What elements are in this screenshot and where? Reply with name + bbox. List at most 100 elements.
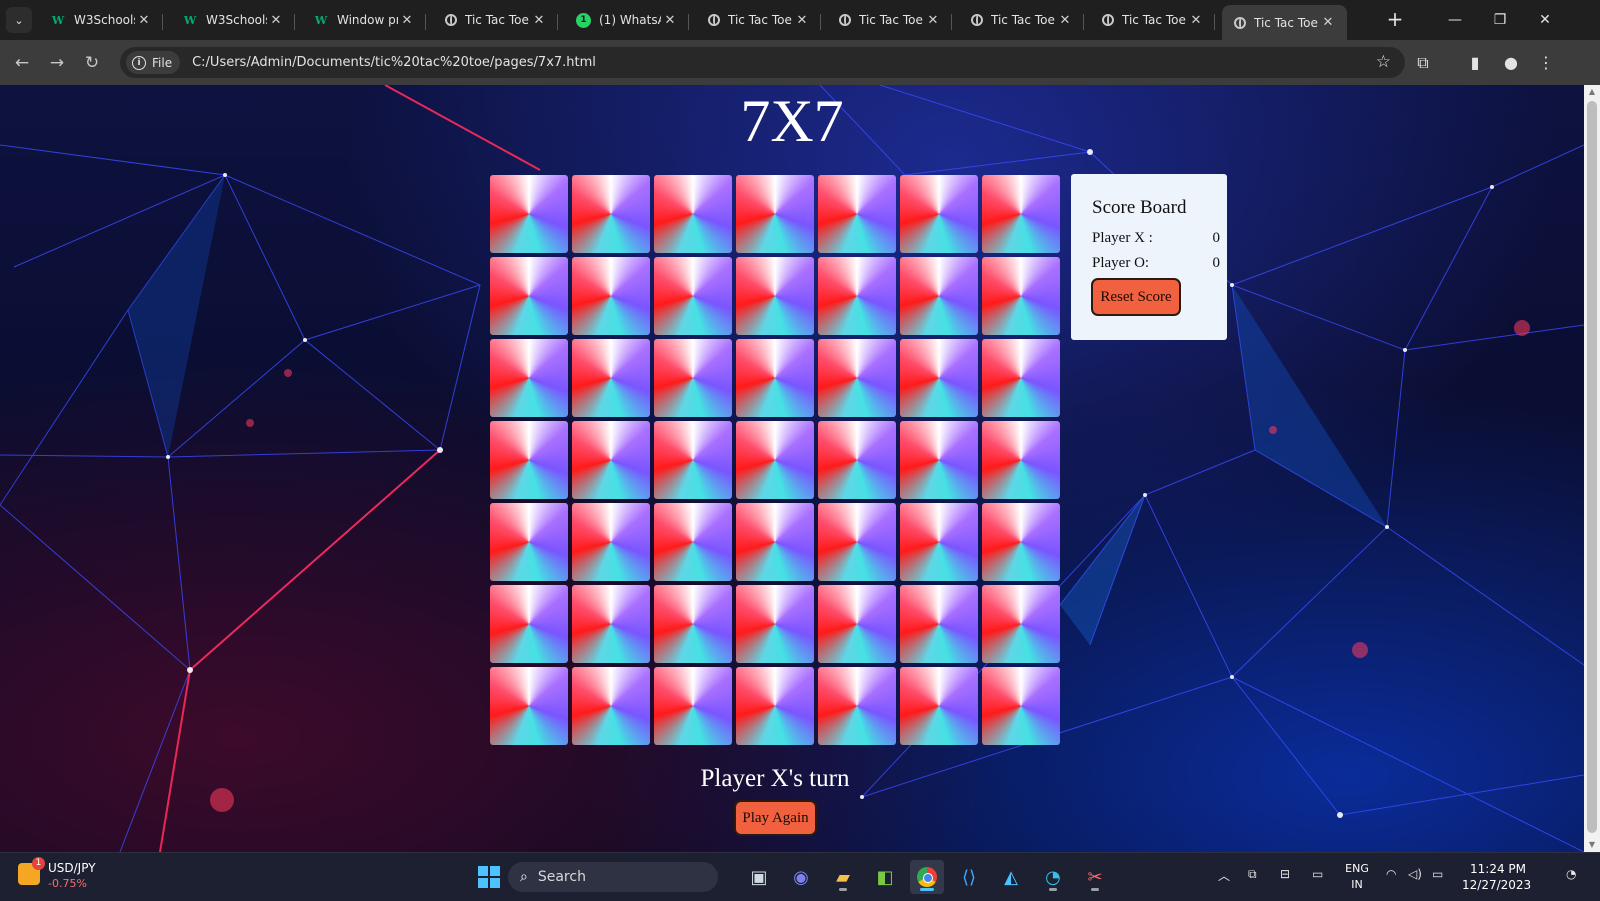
snipping-tool-icon[interactable]: ✂ — [1078, 860, 1112, 894]
board-cell-r6-c3[interactable] — [654, 585, 732, 663]
taskbar-search[interactable]: ⌕ Search — [508, 862, 718, 892]
board-cell-r5-c5[interactable] — [818, 503, 896, 581]
tab-close-icon[interactable]: ✕ — [267, 13, 285, 28]
board-cell-r6-c2[interactable] — [572, 585, 650, 663]
minimize-icon[interactable]: — — [1440, 8, 1470, 32]
board-cell-r5-c2[interactable] — [572, 503, 650, 581]
board-cell-r7-c3[interactable] — [654, 667, 732, 745]
address-bar[interactable]: i File C:/Users/Admin/Documents/tic%20ta… — [120, 47, 1405, 78]
board-cell-r2-c1[interactable] — [490, 257, 568, 335]
board-cell-r4-c2[interactable] — [572, 421, 650, 499]
board-cell-r2-c7[interactable] — [982, 257, 1060, 335]
notifications-icon[interactable]: ◔ — [1566, 867, 1576, 881]
tray-app-icon[interactable]: ⧉ — [1248, 867, 1257, 882]
tab-close-icon[interactable]: ✕ — [398, 13, 416, 28]
board-cell-r3-c5[interactable] — [818, 339, 896, 417]
photos-icon[interactable]: ◭ — [994, 860, 1028, 894]
board-cell-r1-c2[interactable] — [572, 175, 650, 253]
volume-icon[interactable]: ◁) — [1408, 867, 1422, 881]
board-cell-r4-c7[interactable] — [982, 421, 1060, 499]
board-cell-r1-c3[interactable] — [654, 175, 732, 253]
forward-icon[interactable]: → — [44, 50, 70, 76]
tab-0[interactable]: W W3Schools ✕ — [38, 5, 163, 35]
new-tab-button[interactable]: + — [1383, 8, 1407, 32]
file-explorer-icon[interactable]: ▰ — [826, 860, 860, 894]
tab-9[interactable]: Tic Tac Toe ✕ — [1222, 5, 1347, 40]
board-cell-r2-c6[interactable] — [900, 257, 978, 335]
board-cell-r7-c2[interactable] — [572, 667, 650, 745]
profile-icon[interactable]: ● — [1500, 52, 1522, 74]
board-cell-r3-c4[interactable] — [736, 339, 814, 417]
tab-search-button[interactable]: ⌄ — [6, 7, 32, 33]
tab-3[interactable]: Tic Tac Toe ✕ — [433, 5, 558, 35]
teams-chat-icon[interactable]: ◉ — [784, 860, 818, 894]
scroll-down-icon[interactable]: ▼ — [1584, 838, 1600, 852]
clock[interactable]: 11:24 PM 12/27/2023 — [1462, 861, 1531, 893]
scroll-up-icon[interactable]: ▲ — [1584, 85, 1600, 99]
start-button[interactable] — [472, 860, 506, 894]
tab-close-icon[interactable]: ✕ — [1319, 15, 1337, 30]
tab-4[interactable]: 1 (1) WhatsAp✕ — [564, 5, 689, 35]
page-scrollbar[interactable]: ▲ ▼ — [1584, 85, 1600, 852]
tab-close-icon[interactable]: ✕ — [793, 13, 811, 28]
board-cell-r4-c1[interactable] — [490, 421, 568, 499]
tray-overflow-icon[interactable]: ︿ — [1218, 867, 1230, 884]
edge-icon[interactable]: ◔ — [1036, 860, 1070, 894]
reset-score-button[interactable]: Reset Score — [1091, 278, 1181, 316]
url-text[interactable]: C:/Users/Admin/Documents/tic%20tac%20toe… — [192, 55, 596, 70]
board-cell-r7-c4[interactable] — [736, 667, 814, 745]
wifi-icon[interactable]: ◠ — [1386, 867, 1396, 881]
tab-7[interactable]: Tic Tac Toe ✕ — [959, 5, 1084, 35]
scrollbar-thumb[interactable] — [1587, 101, 1597, 833]
board-cell-r7-c1[interactable] — [490, 667, 568, 745]
site-info-chip[interactable]: i File — [126, 51, 181, 74]
board-cell-r3-c1[interactable] — [490, 339, 568, 417]
tray-remote-icon[interactable]: ⊟ — [1280, 867, 1290, 881]
tab-close-icon[interactable]: ✕ — [135, 13, 153, 28]
board-cell-r1-c6[interactable] — [900, 175, 978, 253]
board-cell-r6-c4[interactable] — [736, 585, 814, 663]
task-view-icon[interactable]: ▣ — [742, 860, 776, 894]
board-cell-r6-c5[interactable] — [818, 585, 896, 663]
reload-icon[interactable]: ↻ — [79, 50, 105, 76]
tab-close-icon[interactable]: ✕ — [530, 13, 548, 28]
board-cell-r3-c3[interactable] — [654, 339, 732, 417]
tab-6[interactable]: Tic Tac Toe ✕ — [827, 5, 952, 35]
board-cell-r2-c5[interactable] — [818, 257, 896, 335]
restore-icon[interactable]: ❐ — [1485, 8, 1515, 32]
board-cell-r1-c5[interactable] — [818, 175, 896, 253]
board-cell-r1-c4[interactable] — [736, 175, 814, 253]
board-cell-r5-c6[interactable] — [900, 503, 978, 581]
play-again-button[interactable]: Play Again — [734, 800, 817, 836]
board-cell-r3-c6[interactable] — [900, 339, 978, 417]
board-cell-r2-c4[interactable] — [736, 257, 814, 335]
board-cell-r5-c4[interactable] — [736, 503, 814, 581]
board-cell-r3-c7[interactable] — [982, 339, 1060, 417]
vscode-icon[interactable]: ⟨⟩ — [952, 860, 986, 894]
board-cell-r2-c3[interactable] — [654, 257, 732, 335]
tab-2[interactable]: W Window pro✕ — [301, 5, 426, 35]
board-cell-r4-c3[interactable] — [654, 421, 732, 499]
tab-close-icon[interactable]: ✕ — [1187, 13, 1205, 28]
tab-close-icon[interactable]: ✕ — [924, 13, 942, 28]
tab-5[interactable]: Tic Tac Toe ✕ — [696, 5, 821, 35]
tab-1[interactable]: W W3Schools ✕ — [170, 5, 295, 35]
board-cell-r6-c6[interactable] — [900, 585, 978, 663]
language-indicator[interactable]: ENG IN — [1344, 861, 1370, 893]
board-cell-r4-c6[interactable] — [900, 421, 978, 499]
board-cell-r4-c4[interactable] — [736, 421, 814, 499]
board-cell-r2-c2[interactable] — [572, 257, 650, 335]
board-cell-r7-c6[interactable] — [900, 667, 978, 745]
board-cell-r7-c5[interactable] — [818, 667, 896, 745]
bookmark-star-icon[interactable]: ☆ — [1376, 52, 1391, 72]
board-cell-r7-c7[interactable] — [982, 667, 1060, 745]
chrome-icon[interactable] — [910, 860, 944, 894]
close-window-icon[interactable]: ✕ — [1530, 8, 1560, 32]
board-cell-r6-c7[interactable] — [982, 585, 1060, 663]
back-icon[interactable]: ← — [9, 50, 35, 76]
tab-8[interactable]: Tic Tac Toe ✕ — [1090, 5, 1215, 35]
extensions-icon[interactable]: ⧉ — [1412, 52, 1434, 74]
board-cell-r3-c2[interactable] — [572, 339, 650, 417]
tray-display-icon[interactable]: ▭ — [1312, 867, 1323, 881]
board-cell-r5-c3[interactable] — [654, 503, 732, 581]
